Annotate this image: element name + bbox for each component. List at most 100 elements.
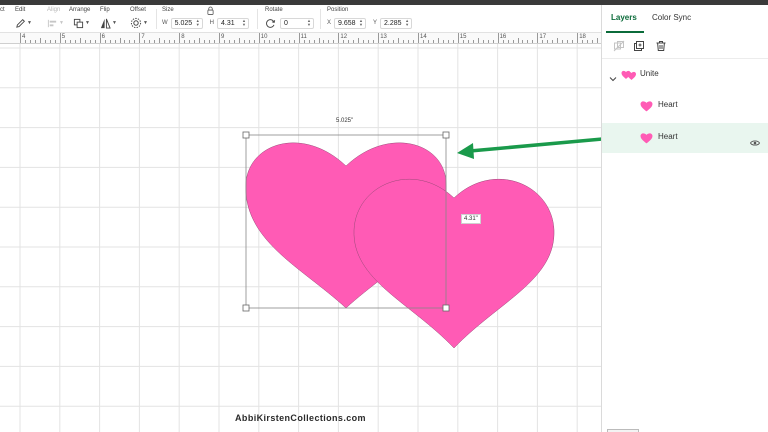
resize-handle-bottom-left[interactable]: [242, 304, 250, 312]
layer-row-selected[interactable]: Heart: [602, 123, 768, 153]
horizontal-ruler: 4 5 6 7 8 9 10 11 12 13 14 15 16 17 18: [0, 33, 614, 44]
heart-icon: [640, 131, 653, 149]
flip-icon[interactable]: [100, 18, 111, 29]
offset-icon[interactable]: [130, 17, 142, 29]
x-stepper-icon[interactable]: ▲ ▼: [359, 18, 363, 28]
ruler-minor-tick: [164, 40, 166, 43]
ruler-minor-tick: [109, 40, 111, 43]
chevron-down-icon[interactable]: ▼: [143, 20, 148, 26]
ungroup-icon[interactable]: [613, 39, 625, 57]
ruler-minor-tick: [263, 40, 265, 43]
chevron-down-icon[interactable]: ▼: [59, 20, 64, 26]
ruler-minor-tick: [184, 40, 186, 43]
ruler-minor-tick: [358, 38, 360, 43]
eye-icon[interactable]: [749, 134, 761, 152]
ruler-minor-tick: [238, 38, 240, 43]
heart-icon: [640, 99, 653, 117]
ruler-minor-tick: [368, 40, 370, 43]
ruler-minor-tick: [49, 40, 51, 43]
ruler-minor-tick: [233, 40, 235, 43]
chevron-down-icon[interactable]: [609, 70, 617, 88]
ruler-minor-tick: [194, 40, 196, 43]
ruler-minor-tick: [129, 40, 131, 43]
ruler-minor-tick: [199, 38, 201, 43]
lock-icon[interactable]: [207, 6, 214, 15]
ruler-minor-tick: [313, 40, 315, 43]
toolbar-divider: [320, 9, 321, 29]
offset-label: Offset: [130, 7, 146, 13]
duplicate-icon[interactable]: [633, 39, 645, 57]
width-field[interactable]: 5.025 ▲ ▼: [170, 17, 203, 29]
chevron-down-icon[interactable]: ▼: [27, 20, 32, 26]
ruler-minor-tick: [532, 40, 534, 43]
chevron-down-icon[interactable]: ▼: [112, 20, 117, 26]
x-position-field[interactable]: 9.658 ▲ ▼: [334, 17, 367, 29]
y-position-field[interactable]: 2.285 ▲ ▼: [380, 17, 413, 29]
ruler-minor-tick: [79, 38, 81, 43]
rotate-field[interactable]: 0 ▲ ▼: [280, 17, 314, 29]
layers-panel: Layers Color Sync Unite Heart Heart: [601, 5, 768, 432]
ruler-minor-tick: [89, 40, 91, 43]
tab-layers[interactable]: Layers: [611, 13, 637, 22]
ruler-tick: [219, 33, 220, 43]
x-label: X: [327, 20, 332, 26]
ruler-minor-tick: [502, 40, 504, 43]
y-position-value: 2.285: [384, 19, 402, 27]
width-stepper-icon[interactable]: ▲ ▼: [196, 18, 200, 28]
trash-icon[interactable]: [655, 39, 667, 57]
flip-group[interactable]: Flip ▼: [100, 5, 120, 33]
toolbar-divider: [156, 9, 157, 29]
resize-handle-top-left[interactable]: [242, 131, 250, 139]
watermark-text: AbbiKirstenCollections.com: [235, 413, 366, 423]
ruler-tick: [258, 33, 260, 43]
ruler-minor-tick: [144, 40, 146, 43]
ruler-minor-tick: [228, 40, 230, 43]
height-field[interactable]: 4.31 ▲ ▼: [217, 17, 250, 29]
ruler-minor-tick: [333, 40, 335, 43]
arrange-icon[interactable]: [73, 18, 84, 29]
ruler-minor-tick: [24, 40, 26, 43]
height-stepper-icon[interactable]: ▲ ▼: [242, 18, 246, 28]
flip-label: Flip: [100, 7, 110, 13]
rotate-icon[interactable]: [265, 18, 276, 29]
active-tab-indicator: [606, 31, 644, 33]
ruler-minor-tick: [353, 40, 355, 43]
ruler-minor-tick: [283, 40, 285, 43]
align-group[interactable]: Align ▼: [47, 5, 67, 33]
width-value: 5.025: [174, 19, 193, 27]
annotation-arrow: [457, 137, 601, 159]
ruler-minor-tick: [517, 38, 519, 43]
rotate-value: 0: [284, 19, 288, 27]
rotate-stepper-icon[interactable]: ▲ ▼: [307, 18, 311, 28]
ruler-minor-tick: [323, 40, 325, 43]
ruler-minor-tick: [268, 40, 270, 43]
ruler-minor-tick: [587, 40, 589, 43]
layer-row[interactable]: Heart: [602, 91, 768, 121]
chevron-down-icon[interactable]: ▼: [85, 20, 90, 26]
ruler-minor-tick: [582, 40, 584, 43]
edit-group[interactable]: Edit ▼: [15, 5, 39, 33]
width-label: W: [162, 20, 168, 26]
heart-shape-front[interactable]: [353, 179, 555, 349]
ruler-minor-tick: [169, 40, 171, 43]
ruler-minor-tick: [94, 40, 96, 43]
design-canvas[interactable]: 5.025" 4.31" AbbiKirstenCollections.com: [0, 44, 601, 432]
ruler-minor-tick: [432, 40, 434, 43]
ruler-tick: [418, 33, 419, 43]
layer-group-row[interactable]: Unite: [602, 60, 768, 90]
resize-handle-top-right[interactable]: [442, 131, 450, 139]
ruler-tick: [20, 33, 21, 43]
layer-actions-bar: [602, 35, 768, 59]
heart-path[interactable]: [353, 179, 555, 349]
ruler-minor-tick: [552, 40, 554, 43]
pencil-icon[interactable]: [15, 18, 26, 29]
ruler-minor-tick: [343, 40, 345, 43]
resize-handle-bottom-right[interactable]: [442, 304, 450, 312]
arrange-label: Arrange: [69, 7, 91, 13]
y-stepper-icon[interactable]: ▲ ▼: [405, 18, 409, 28]
align-icon[interactable]: [47, 18, 58, 29]
ruler-minor-tick: [557, 38, 559, 43]
arrange-group[interactable]: Arrange ▼: [69, 5, 95, 33]
tab-color-sync[interactable]: Color Sync: [652, 13, 691, 22]
offset-group[interactable]: Offset ▼: [130, 5, 152, 33]
